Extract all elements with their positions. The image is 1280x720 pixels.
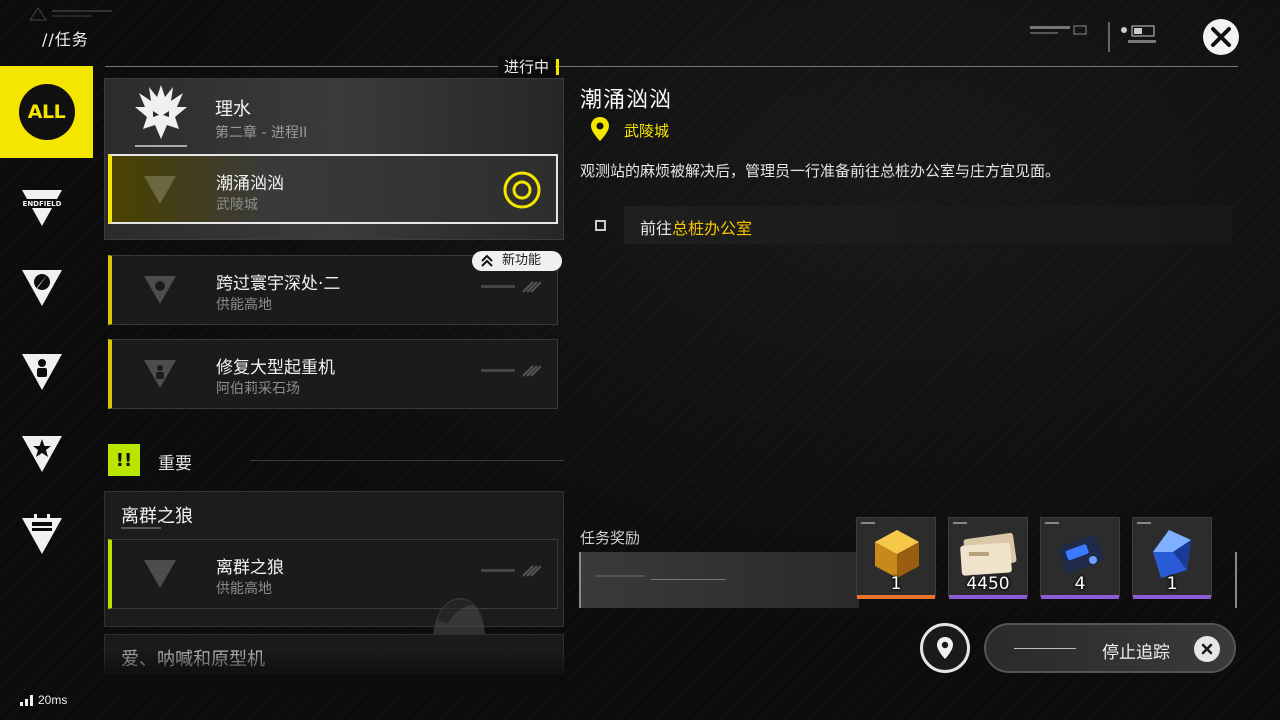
quest-type-icon <box>144 276 176 304</box>
page-title: //任务 <box>42 30 89 49</box>
category-star-button[interactable] <box>18 430 66 478</box>
category-all-button[interactable]: ALL <box>0 66 93 158</box>
rewards-strip <box>579 552 859 608</box>
objective-target: 总桩办公室 <box>672 219 753 238</box>
quest-title: 潮涌汹汹 <box>216 174 284 194</box>
quest-type-icon <box>144 360 176 388</box>
stop-tracking-button[interactable]: 停止追踪 <box>984 623 1236 673</box>
category-sidebar: ALL ENDFIELD <box>0 66 93 686</box>
category-all-label: ALL <box>18 84 75 140</box>
rarity-bar <box>1041 595 1119 599</box>
status-label: 进行中 <box>504 58 550 76</box>
strip-decoration <box>595 575 645 577</box>
section-divider <box>250 460 564 461</box>
quest-location: 阿伯莉采石场 <box>216 381 300 397</box>
hud-decoration <box>1030 22 1156 52</box>
category-person-button[interactable] <box>18 348 66 396</box>
quest-item-tracked[interactable]: 潮涌汹汹 武陵城 <box>108 154 558 224</box>
reward-corner-mark <box>1137 522 1151 524</box>
rarity-bar <box>949 595 1027 599</box>
strip-arrow-line <box>651 579 726 580</box>
reward-item[interactable]: 4450 <box>948 517 1028 599</box>
reward-quantity: 1 <box>1166 574 1178 594</box>
quest-location: 武陵城 <box>216 197 258 213</box>
close-circle-icon <box>1194 636 1220 662</box>
reward-quantity: 4 <box>1074 574 1086 594</box>
status-marker <box>556 59 560 75</box>
objective-checkbox <box>595 220 606 231</box>
stripe-decoration <box>481 365 541 377</box>
ping-value: 20ms <box>38 693 68 707</box>
stop-tracking-label: 停止追踪 <box>1102 643 1170 663</box>
rewards-end-marker <box>1235 552 1237 608</box>
quest-item[interactable]: 离群之狼 供能高地 <box>108 539 558 650</box>
quest-title: 跨过寰宇深处·二 <box>216 274 341 294</box>
reward-item[interactable]: 1 <box>856 517 936 599</box>
reward-item[interactable]: 1 <box>1132 517 1212 599</box>
reward-quantity: 1 <box>890 574 902 594</box>
new-feature-label: 新功能 <box>502 253 542 268</box>
status-tag: 进行中 <box>498 56 560 78</box>
header-divider <box>105 66 1238 67</box>
reward-corner-mark <box>953 522 967 524</box>
rarity-bar <box>1133 595 1211 599</box>
map-pin-icon <box>937 637 953 659</box>
mini-text-decoration <box>121 527 161 529</box>
category-endfield-button[interactable]: ENDFIELD <box>18 184 66 232</box>
endfield-icon: ENDFIELD <box>20 190 64 226</box>
rewards-label: 任务奖励 <box>580 529 641 547</box>
close-button[interactable] <box>1203 19 1239 55</box>
important-icon: !! <box>108 444 140 476</box>
stripe-decoration <box>481 281 541 293</box>
quest-location: 供能高地 <box>216 581 272 597</box>
objective-text: 前往总桩办公室 <box>640 215 752 239</box>
reward-item[interactable]: 4 <box>1040 517 1120 599</box>
map-location-button[interactable] <box>920 623 970 673</box>
person-icon <box>22 354 62 390</box>
signal-bars-icon <box>20 695 33 706</box>
detail-title: 潮涌汹汹 <box>580 88 673 113</box>
detail-description: 观测站的麻烦被解决后，管理员一行准备前往总桩办公室与庄方宜见面。 <box>580 162 1061 180</box>
double-chevron-up-icon <box>481 254 493 267</box>
x-icon <box>1201 643 1213 655</box>
list-fade-overlay <box>104 650 564 690</box>
topographic-decoration <box>29 7 112 21</box>
quest-title: 离群之狼 <box>216 558 284 578</box>
tracking-target-icon <box>503 171 541 209</box>
category-box-button[interactable] <box>18 512 66 560</box>
close-icon <box>1211 27 1231 47</box>
reward-corner-mark <box>1045 522 1059 524</box>
new-feature-badge: 新功能 <box>472 251 562 271</box>
quest-type-icon <box>144 560 176 588</box>
important-label: 重要 <box>158 454 192 474</box>
quest-group-title: 理水 <box>215 99 251 120</box>
star-icon <box>22 436 62 472</box>
detail-location-text: 武陵城 <box>624 122 670 140</box>
quest-item[interactable]: 修复大型起重机 阿伯莉采石场 <box>108 339 558 409</box>
quest-group-subtitle: 第二章 - 进程II <box>215 125 308 141</box>
stripe-decoration <box>481 565 541 577</box>
rarity-bar <box>857 595 935 599</box>
endfield-label: ENDFIELD <box>23 200 62 208</box>
quest-type-icon <box>144 176 176 204</box>
compass-icon <box>22 270 62 306</box>
reward-quantity: 4450 <box>966 574 1010 594</box>
quest-location: 供能高地 <box>216 297 272 313</box>
button-decoration-line <box>1014 648 1076 649</box>
objective-row: 前往总桩办公室 <box>624 206 1232 244</box>
reward-corner-mark <box>861 522 875 524</box>
quest-title: 修复大型起重机 <box>216 358 335 378</box>
location-pin-icon <box>591 117 609 141</box>
objective-prefix: 前往 <box>640 219 673 238</box>
category-compass-button[interactable] <box>18 264 66 312</box>
box-icon <box>22 514 62 554</box>
demon-emblem-icon <box>135 85 187 147</box>
